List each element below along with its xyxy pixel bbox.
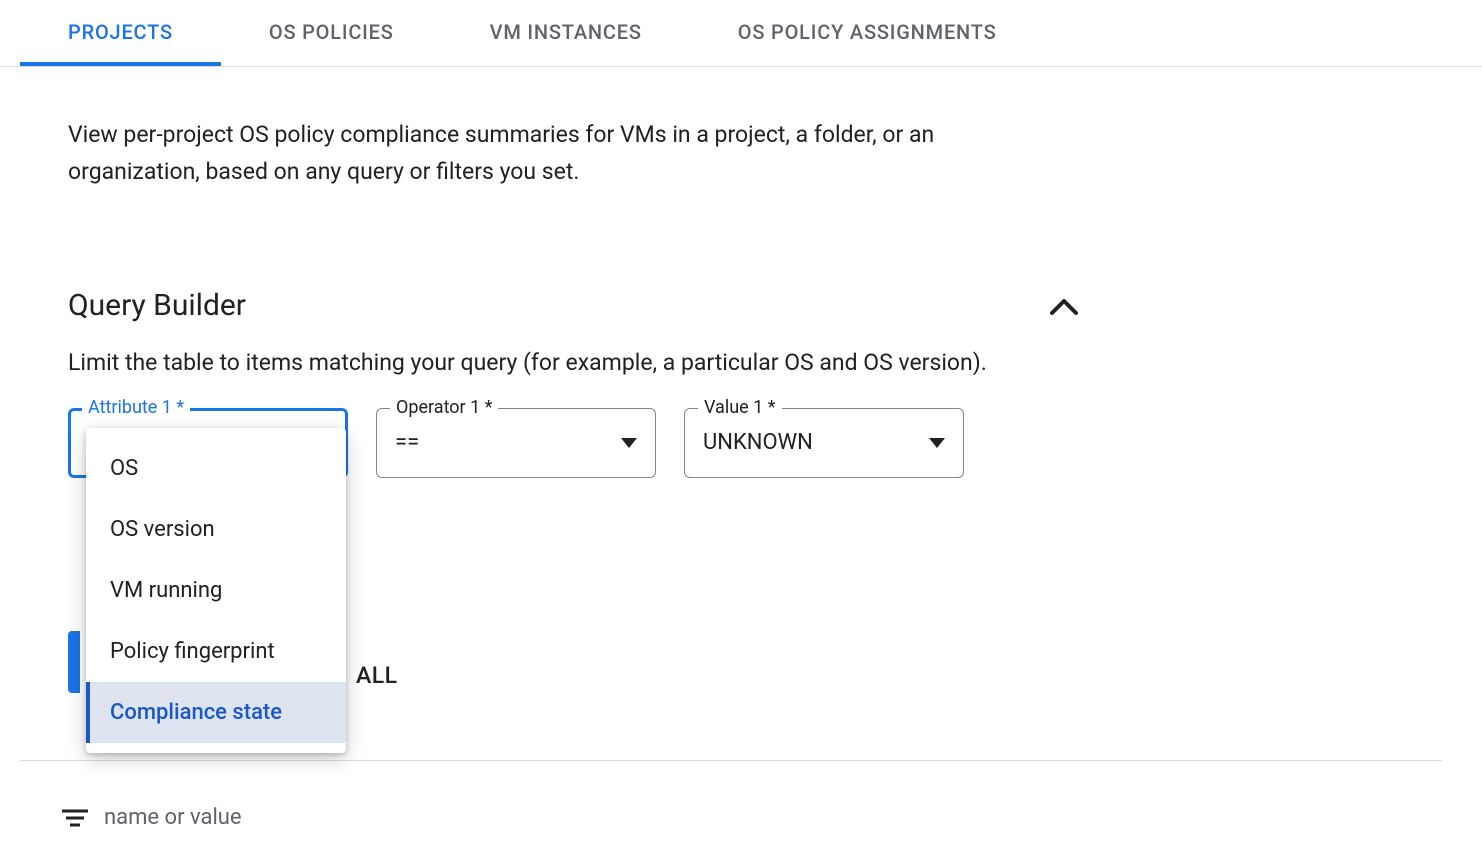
collapse-icon[interactable]: [1050, 287, 1078, 325]
blue-accent-bar: [68, 631, 80, 693]
query-builder-section: Query Builder Limit the table to items m…: [68, 287, 1434, 478]
tab-vm-instances[interactable]: VM INSTANCES: [442, 0, 690, 66]
operator-label: Operator 1 *: [390, 397, 498, 418]
value-label: Value 1 *: [698, 397, 782, 418]
dropdown-item-os-version[interactable]: OS version: [86, 499, 346, 560]
attribute-label: Attribute 1 *: [82, 397, 190, 418]
dropdown-item-policy-fingerprint[interactable]: Policy fingerprint: [86, 621, 346, 682]
dropdown-item-vm-running[interactable]: VM running: [86, 560, 346, 621]
operator-value: ==: [395, 430, 419, 455]
attribute-field-wrapper: Attribute 1 * OS OS version VM running P…: [68, 408, 348, 478]
partial-button-text: ALL: [356, 662, 398, 689]
operator-field-wrapper: Operator 1 * ==: [376, 408, 656, 478]
section-divider: [20, 760, 1442, 761]
filter-placeholder: name or value: [104, 805, 242, 830]
query-builder-subtitle: Limit the table to items matching your q…: [68, 349, 1434, 376]
chevron-down-icon: [621, 438, 637, 448]
tabs-container: PROJECTS OS POLICIES VM INSTANCES OS POL…: [0, 0, 1482, 67]
query-builder-title: Query Builder: [68, 288, 246, 323]
query-builder-header: Query Builder: [68, 287, 1078, 325]
tab-projects[interactable]: PROJECTS: [20, 0, 221, 66]
chevron-down-icon: [929, 438, 945, 448]
query-row: Attribute 1 * OS OS version VM running P…: [68, 408, 1434, 478]
filter-row[interactable]: name or value: [62, 805, 242, 830]
dropdown-item-os[interactable]: OS: [86, 438, 346, 499]
dropdown-item-compliance-state[interactable]: Compliance state: [86, 682, 346, 743]
page-description: View per-project OS policy compliance su…: [68, 117, 938, 191]
value-select[interactable]: UNKNOWN: [684, 408, 964, 478]
value-field-wrapper: Value 1 * UNKNOWN: [684, 408, 964, 478]
value-value: UNKNOWN: [703, 430, 813, 455]
filter-icon: [62, 808, 88, 828]
tab-os-policy-assignments[interactable]: OS POLICY ASSIGNMENTS: [690, 0, 1045, 66]
attribute-dropdown-menu: OS OS version VM running Policy fingerpr…: [86, 428, 346, 753]
operator-select[interactable]: ==: [376, 408, 656, 478]
main-content: View per-project OS policy compliance su…: [0, 67, 1482, 478]
tab-os-policies[interactable]: OS POLICIES: [221, 0, 442, 66]
